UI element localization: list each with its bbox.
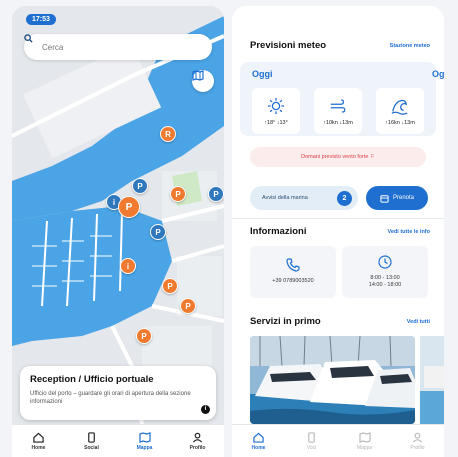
- phone-card[interactable]: +39 0789003520: [250, 246, 336, 298]
- services-header: Servizi in primo Vedi tutti: [250, 316, 430, 327]
- phone-number: +39 0789003520: [272, 278, 314, 285]
- bottom-nav: Home Voci Mappa Profilo: [232, 424, 444, 457]
- map-icon: [358, 431, 371, 443]
- nav-social[interactable]: Social: [65, 425, 118, 457]
- home-screen: Previsioni meteo Stazione meteo Oggi ↑18…: [232, 6, 444, 457]
- map-pin-service-east[interactable]: P: [208, 186, 224, 202]
- search-bar[interactable]: [24, 34, 212, 60]
- service-photo-next[interactable]: [420, 336, 444, 424]
- map-pin-service[interactable]: P: [132, 178, 148, 194]
- info-icon[interactable]: i: [201, 405, 210, 414]
- hours-morning: 8:00 - 13:00: [370, 274, 400, 281]
- waves-value: ↑16kn ↓13m: [385, 119, 415, 126]
- weather-waves: ↑16kn ↓13m: [376, 88, 424, 134]
- wind-value: ↑10kn ↓13m: [323, 119, 353, 126]
- divider: [232, 218, 444, 219]
- poi-description: Ufficio del porto – guardare gli orari d…: [30, 391, 191, 406]
- nav-map[interactable]: Mappa: [338, 425, 391, 457]
- temperature-value: ↑18° ↓13°: [264, 119, 288, 126]
- poi-detail-card[interactable]: Reception / Ufficio portuale Ufficio del…: [20, 366, 216, 420]
- poi-title: Reception / Ufficio portuale: [30, 374, 154, 385]
- weather-next-day-label[interactable]: Og: [432, 69, 444, 79]
- map-pin-parking[interactable]: P: [150, 224, 166, 240]
- nav-profile[interactable]: Profilo: [391, 425, 444, 457]
- harbor-map[interactable]: 17:53 R P i P P P P i P P P Reception / …: [12, 6, 224, 424]
- weather-temperature: ↑18° ↓13°: [252, 88, 300, 134]
- calendar-icon: [380, 194, 389, 203]
- nav-profile[interactable]: Profilo: [171, 425, 224, 457]
- nav-home-label: Home: [251, 444, 266, 451]
- home-icon: [33, 432, 44, 443]
- marina-notices-label: Avvisi della marina: [262, 195, 308, 201]
- sun-icon: [267, 97, 285, 114]
- opening-hours: 8:00 - 13:00 14:00 - 18:00: [369, 275, 401, 289]
- home-icon: [253, 432, 264, 443]
- status-time: 17:53: [26, 14, 56, 25]
- nav-map-label: Mappa: [356, 444, 373, 451]
- hours-card[interactable]: 8:00 - 13:00 14:00 - 18:00: [342, 246, 428, 298]
- user-icon: [412, 432, 423, 443]
- nav-profile-label: Profilo: [189, 444, 206, 451]
- services-all-link[interactable]: Vedi tutti: [407, 319, 430, 325]
- info-header: Informazioni Vedi tutte le info: [250, 226, 430, 237]
- photo-preview: [420, 336, 444, 424]
- map-icon: [192, 70, 204, 81]
- wind-icon: [330, 98, 346, 113]
- search-input[interactable]: [42, 42, 192, 52]
- map-pin-parking-gate[interactable]: P: [136, 328, 152, 344]
- marina-notices-button[interactable]: Avvisi della marina 2: [250, 186, 358, 210]
- weather-title: Previsioni meteo: [250, 40, 327, 51]
- map-layers-button[interactable]: [192, 70, 214, 92]
- user-icon: [192, 432, 203, 443]
- weather-day-label: Oggi: [252, 69, 273, 79]
- info-title: Informazioni: [250, 226, 307, 237]
- notices-count-badge: 2: [337, 190, 352, 206]
- search-icon: [24, 34, 33, 43]
- nav-social-label: Social: [84, 444, 99, 451]
- nav-profile-label: Profilo: [410, 444, 425, 451]
- clock-icon: [378, 255, 392, 269]
- weather-wind: ↑10kn ↓13m: [314, 88, 362, 134]
- map-pin-restaurant[interactable]: R: [160, 126, 176, 142]
- weather-header: Previsioni meteo Stazione meteo: [250, 40, 430, 51]
- phone-call-icon: [286, 258, 300, 273]
- nav-social-label: Voci: [306, 444, 317, 451]
- phone-icon: [308, 431, 315, 443]
- weather-card-today[interactable]: Oggi ↑18° ↓13° ↑10kn ↓13m ↑16kn ↓13m: [240, 62, 436, 136]
- waves-icon: [391, 99, 408, 115]
- nav-social[interactable]: Voci: [285, 425, 338, 457]
- nav-home[interactable]: Home: [232, 425, 285, 457]
- book-button[interactable]: Prenota: [366, 186, 428, 210]
- nav-home-label: Home: [31, 444, 46, 451]
- weather-station-link[interactable]: Stazione meteo: [390, 43, 430, 49]
- info-all-link[interactable]: Vedi tutte le info: [388, 229, 430, 235]
- phone-icon: [88, 431, 95, 443]
- map-pin-shop[interactable]: i: [120, 258, 136, 274]
- nav-map[interactable]: Mappa: [118, 425, 171, 457]
- yacht-photo: [250, 336, 415, 424]
- nav-home[interactable]: Home: [12, 425, 65, 457]
- map-pin-reception-selected[interactable]: P: [118, 196, 140, 218]
- bottom-nav: Home Social Mappa Profilo: [12, 424, 224, 457]
- map-pin-fuel[interactable]: P: [170, 186, 186, 202]
- map-icon: [138, 431, 151, 443]
- hours-afternoon: 14:00 - 18:00: [368, 282, 402, 288]
- services-title: Servizi in primo: [250, 316, 321, 327]
- map-pin-restroom[interactable]: P: [180, 298, 196, 314]
- book-button-label: Prenota: [392, 195, 414, 201]
- map-pin-parking-south[interactable]: P: [162, 278, 178, 294]
- nav-map-label: Mappa: [136, 444, 153, 451]
- weather-alert-banner[interactable]: Domani previsto vento forte ⚐: [250, 147, 426, 167]
- map-background: [12, 6, 224, 424]
- map-screen: 17:53 R P i P P P P i P P P Reception / …: [12, 6, 224, 457]
- service-photo-yachts[interactable]: [250, 336, 415, 424]
